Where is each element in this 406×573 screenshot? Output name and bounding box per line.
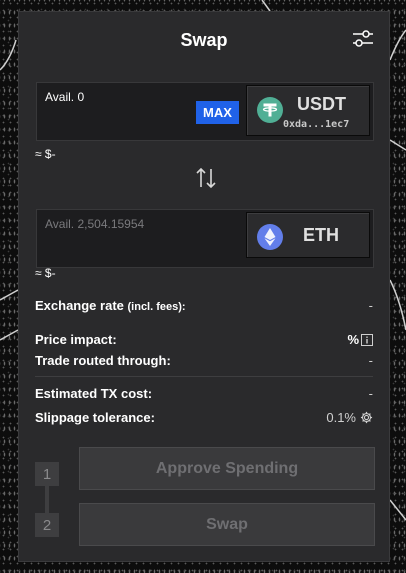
from-token-symbol: USDT [297,94,346,114]
price-impact-row: Price impact: % [35,332,373,347]
step-connector [45,484,49,514]
to-available-balance: Avail. 2,504.15954 [45,217,145,231]
to-token-symbol: ETH [303,225,339,245]
sliders-icon [353,30,373,47]
exchange-rate-row: Exchange rate (incl. fees): - [35,298,373,313]
trade-routed-label: Trade routed through: [35,353,171,368]
step-1-badge: 1 [35,462,59,486]
tether-icon [257,97,283,123]
swap-arrows-icon [196,167,216,189]
to-amount-field[interactable]: Avail. 2,504.15954 ETH [36,209,374,268]
trade-routed-value: - [368,353,373,368]
approve-spending-button[interactable]: Approve Spending [79,447,375,490]
swap-panel: Swap Avail. 0 MAX USDT 0xda...1ec7 ≈ $- [18,11,390,562]
price-impact-label: Price impact: [35,332,117,347]
slippage-label: Slippage tolerance: [35,410,155,425]
settings-button[interactable] [351,28,375,50]
page-title: Swap [180,30,228,50]
info-icon[interactable] [361,333,373,346]
slippage-value: 0.1% [326,410,356,425]
max-button[interactable]: MAX [196,101,239,124]
from-token-selector[interactable]: USDT 0xda...1ec7 [246,85,370,136]
swap-button[interactable]: Swap [79,503,375,546]
gear-icon[interactable] [360,411,373,424]
trade-routed-row: Trade routed through: - [35,353,373,368]
price-impact-value: % [347,332,359,347]
from-token-address: 0xda...1ec7 [283,119,350,130]
switch-tokens-button[interactable] [194,165,218,191]
to-usd-value: ≈ $- [35,266,56,280]
exchange-rate-sublabel: (incl. fees): [127,301,186,313]
exchange-rate-label: Exchange rate [35,298,124,313]
exchange-rate-value: - [368,298,373,313]
slippage-row: Slippage tolerance: 0.1% [35,410,373,425]
tx-cost-row: Estimated TX cost: - [35,386,373,401]
from-usd-value: ≈ $- [35,147,56,161]
to-token-selector[interactable]: ETH [246,212,370,258]
tx-cost-label: Estimated TX cost: [35,386,153,401]
tx-cost-value: - [368,386,373,401]
step-2-badge: 2 [35,513,59,537]
info-divider [35,376,373,377]
ethereum-icon [257,224,283,250]
from-available-balance: Avail. 0 [45,90,85,104]
from-amount-field[interactable]: Avail. 0 MAX USDT 0xda...1ec7 [36,82,374,141]
